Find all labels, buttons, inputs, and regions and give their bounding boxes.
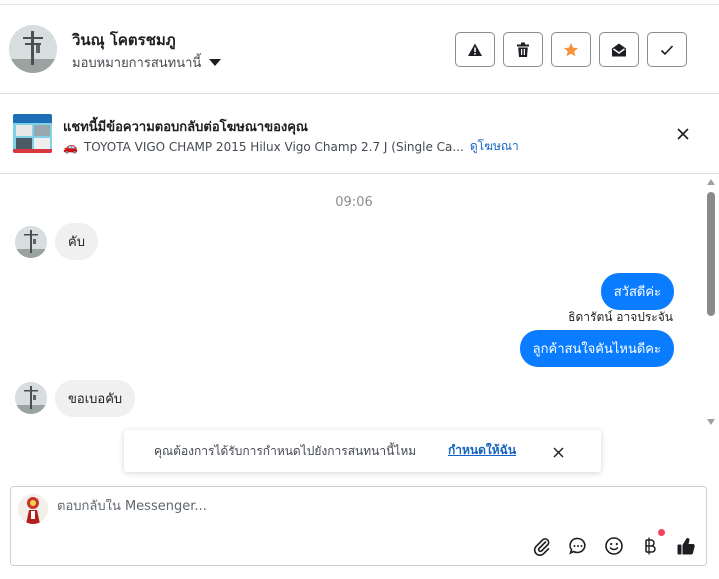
mail-open-icon (612, 43, 626, 56)
page-avatar (18, 494, 48, 524)
message-scrollbar[interactable] (705, 176, 717, 428)
message-input[interactable] (57, 499, 657, 514)
attach-button[interactable] (529, 533, 554, 558)
mark-done-button[interactable] (647, 32, 687, 67)
warning-icon (468, 43, 482, 56)
assign-label: มอบหมายการสนทนานี้ (72, 56, 202, 71)
payment-button[interactable] (637, 529, 665, 558)
outgoing-message[interactable]: ลูกค้าสนใจคันไหนดีคะ (519, 330, 674, 367)
contact-avatar-small[interactable] (15, 382, 47, 414)
check-icon (660, 44, 674, 55)
star-button[interactable] (551, 32, 591, 67)
baht-icon (644, 537, 656, 554)
composer-tools (529, 529, 698, 558)
ad-reply-banner: แชทนี้มีข้อความตอบกลับต่อโฆษณาของคุณ 🚗 T… (0, 94, 719, 174)
ad-thumbnail[interactable] (13, 114, 52, 153)
message-list[interactable]: 09:06 คับ สวัสดีค่ะ ธิดารัตน์ อาจประจัน … (0, 174, 719, 430)
mark-unread-button[interactable] (599, 32, 639, 67)
view-ad-link[interactable]: ดูโฆษณา (470, 137, 519, 156)
emoji-icon (604, 536, 623, 555)
trash-icon (517, 42, 529, 57)
outgoing-message[interactable]: สวัสดีค่ะ (600, 273, 674, 310)
paperclip-icon (533, 537, 549, 556)
dismiss-toast-button[interactable] (548, 442, 568, 462)
assign-prompt-text: คุณต้องการได้รับการกำหนดไปยังการสนทนานี้… (154, 444, 417, 458)
sender-name: ธิดารัตน์ อาจประจัน (568, 310, 673, 324)
chat-bubble-icon (568, 537, 586, 555)
assign-to-me-link[interactable]: กำหนดให้ฉัน (448, 441, 516, 460)
message-timestamp: 09:06 (335, 195, 373, 210)
scroll-up-arrow-icon[interactable] (707, 179, 715, 185)
saved-replies-button[interactable] (565, 533, 590, 558)
ad-product-name: TOYOTA VIGO CHAMP 2015 Hilux Vigo Champ … (83, 139, 464, 154)
reply-composer (10, 486, 707, 566)
send-like-button[interactable] (673, 533, 698, 558)
contact-avatar[interactable] (9, 25, 57, 73)
close-icon (553, 447, 563, 457)
close-banner-button[interactable] (670, 121, 696, 147)
car-icon: 🚗 (63, 139, 78, 154)
report-spam-button[interactable] (455, 32, 495, 67)
ad-product-row: 🚗 TOYOTA VIGO CHAMP 2015 Hilux Vigo Cham… (63, 137, 519, 156)
close-icon (677, 128, 689, 140)
contact-name: วินณุ โคตรชมภู (72, 31, 176, 49)
incoming-message[interactable]: ขอเบอคับ (55, 380, 136, 417)
incoming-message[interactable]: คับ (55, 223, 98, 260)
assign-prompt-toast: คุณต้องการได้รับการกำหนดไปยังการสนทนานี้… (124, 430, 601, 472)
assign-conversation-dropdown[interactable]: มอบหมายการสนทนานี้ (72, 52, 222, 73)
conversation-header: วินณุ โคตรชมภู มอบหมายการสนทนานี้ (0, 5, 719, 94)
scrollbar-thumb[interactable] (707, 192, 715, 316)
caret-down-icon (209, 59, 222, 66)
star-icon (564, 42, 578, 56)
thumbs-up-icon (677, 537, 695, 555)
contact-avatar-small[interactable] (15, 226, 47, 258)
ad-banner-title: แชทนี้มีข้อความตอบกลับต่อโฆษณาของคุณ (63, 120, 308, 135)
scroll-down-arrow-icon[interactable] (707, 419, 715, 425)
header-actions (455, 32, 687, 67)
delete-button[interactable] (503, 32, 543, 67)
notification-dot (658, 529, 665, 536)
emoji-button[interactable] (601, 533, 626, 558)
